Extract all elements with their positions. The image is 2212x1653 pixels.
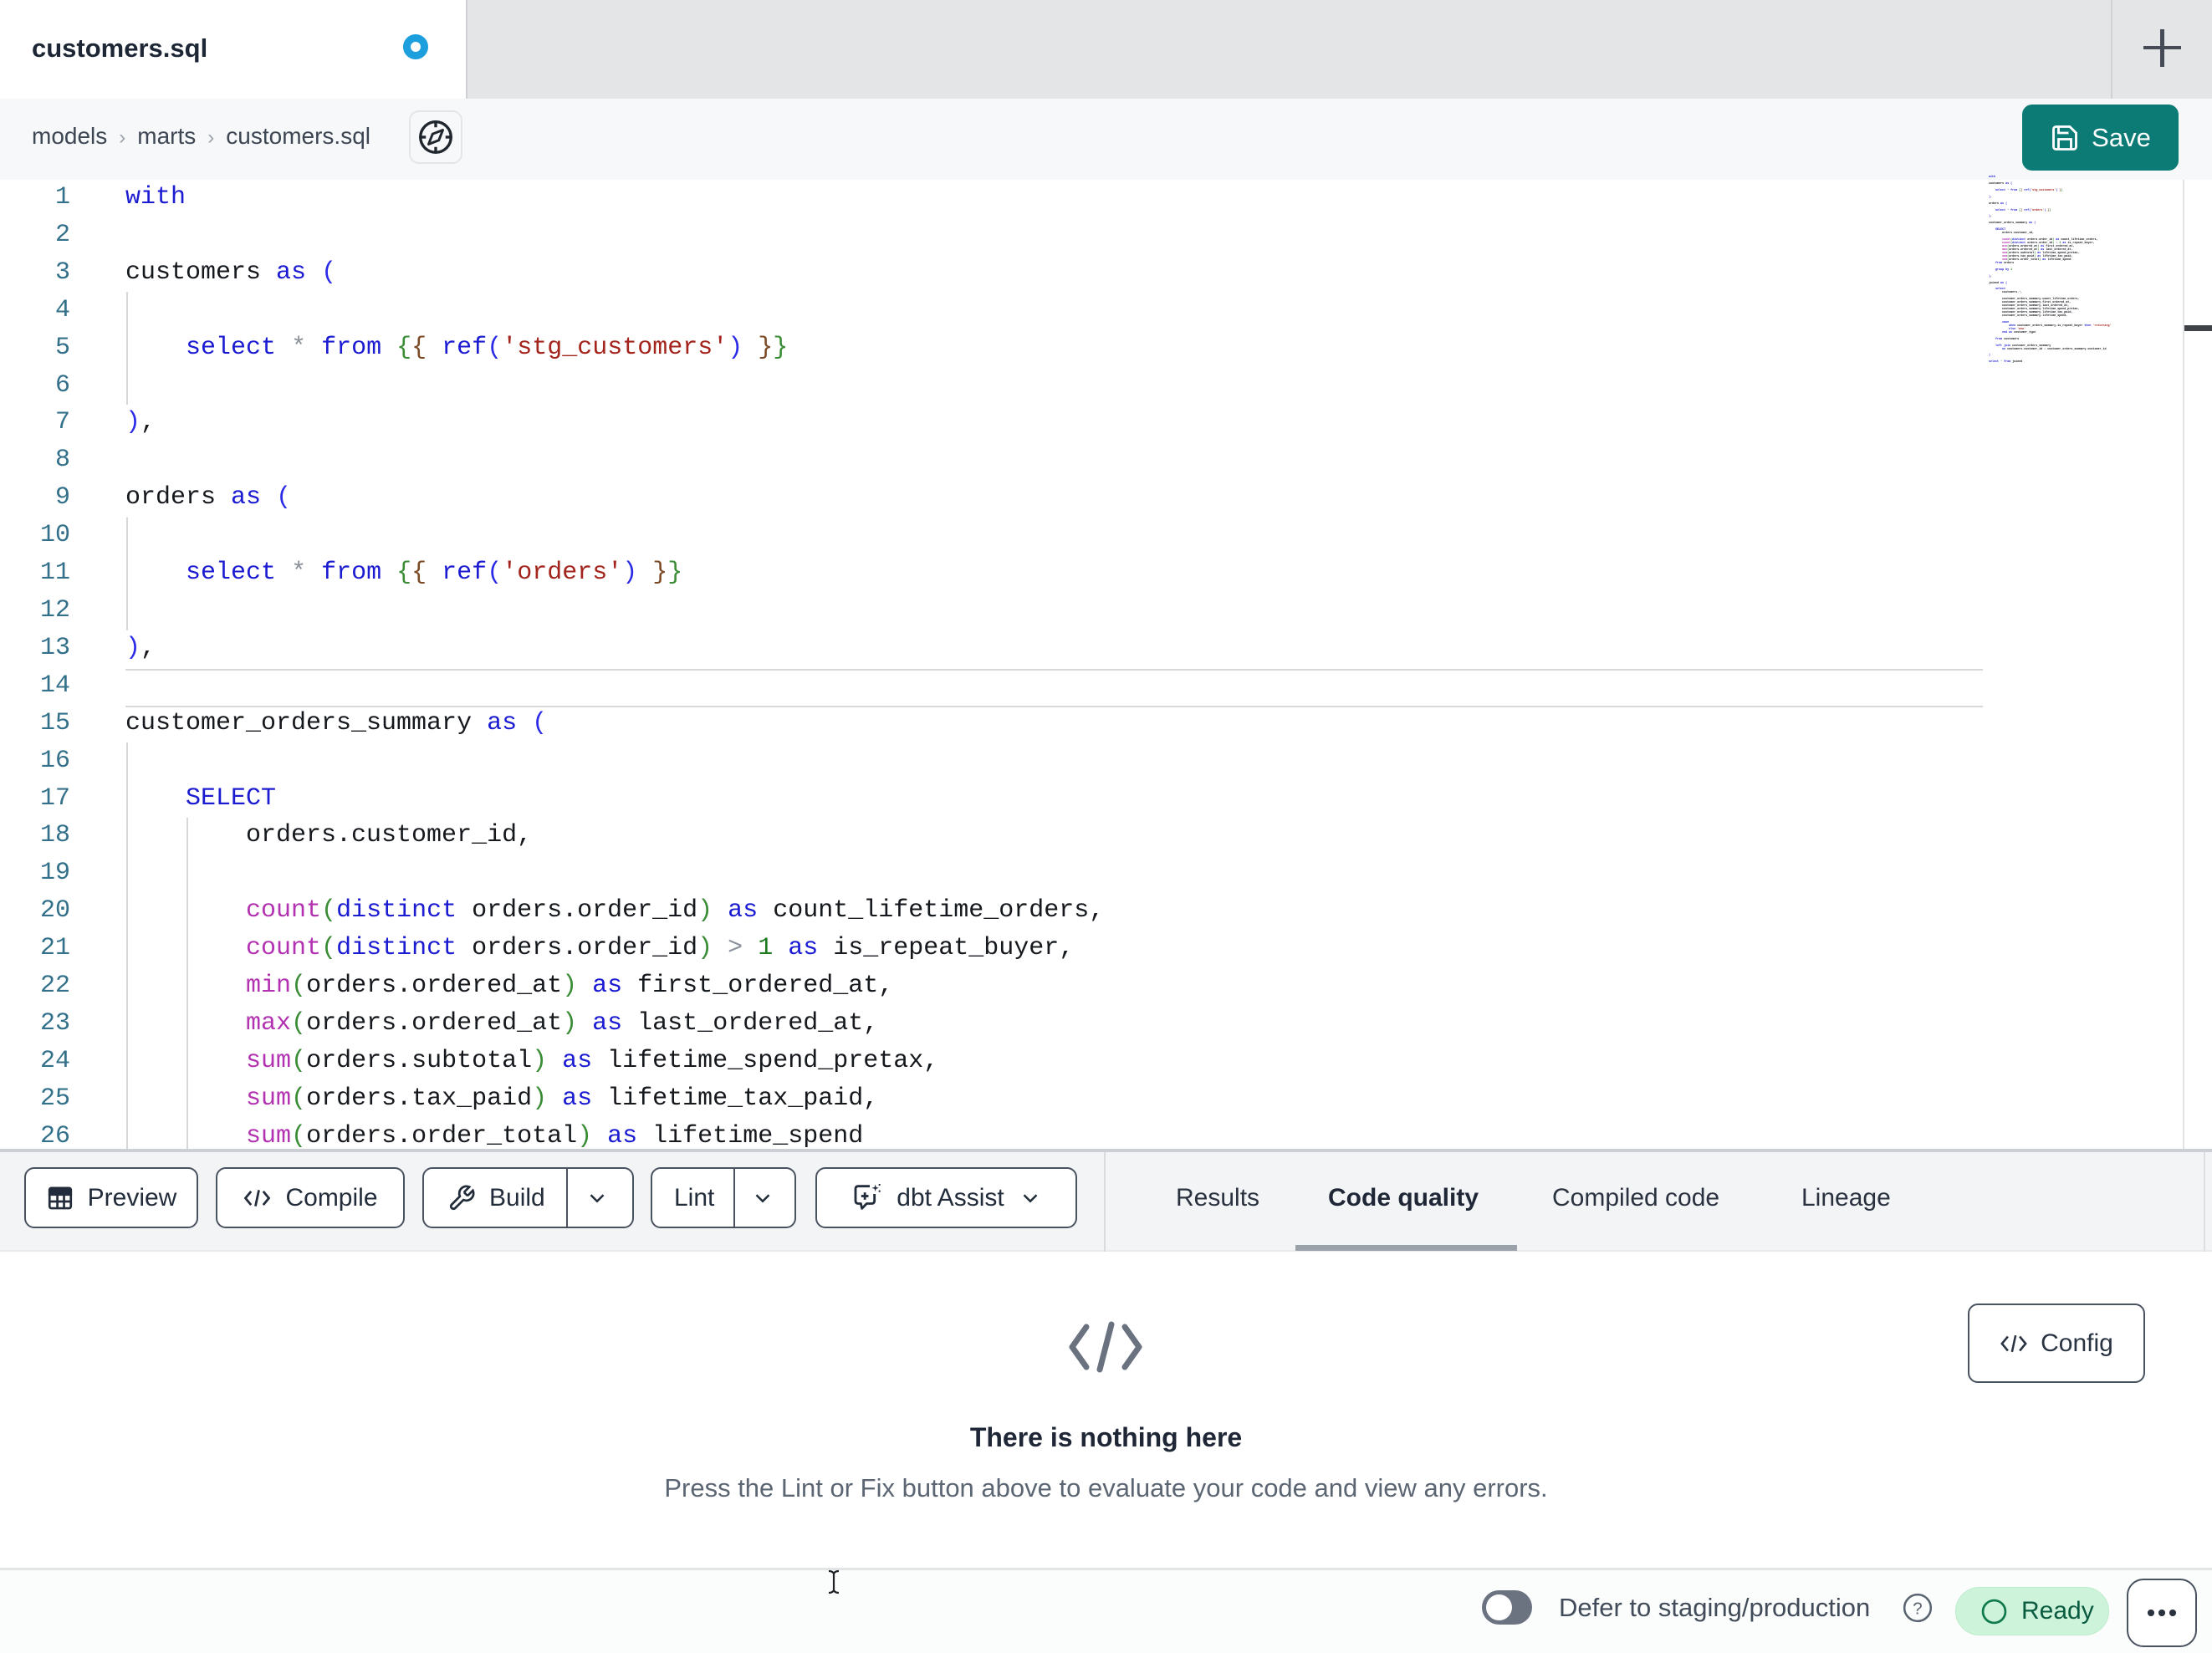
svg-text:?: ? bbox=[1913, 1599, 1922, 1619]
